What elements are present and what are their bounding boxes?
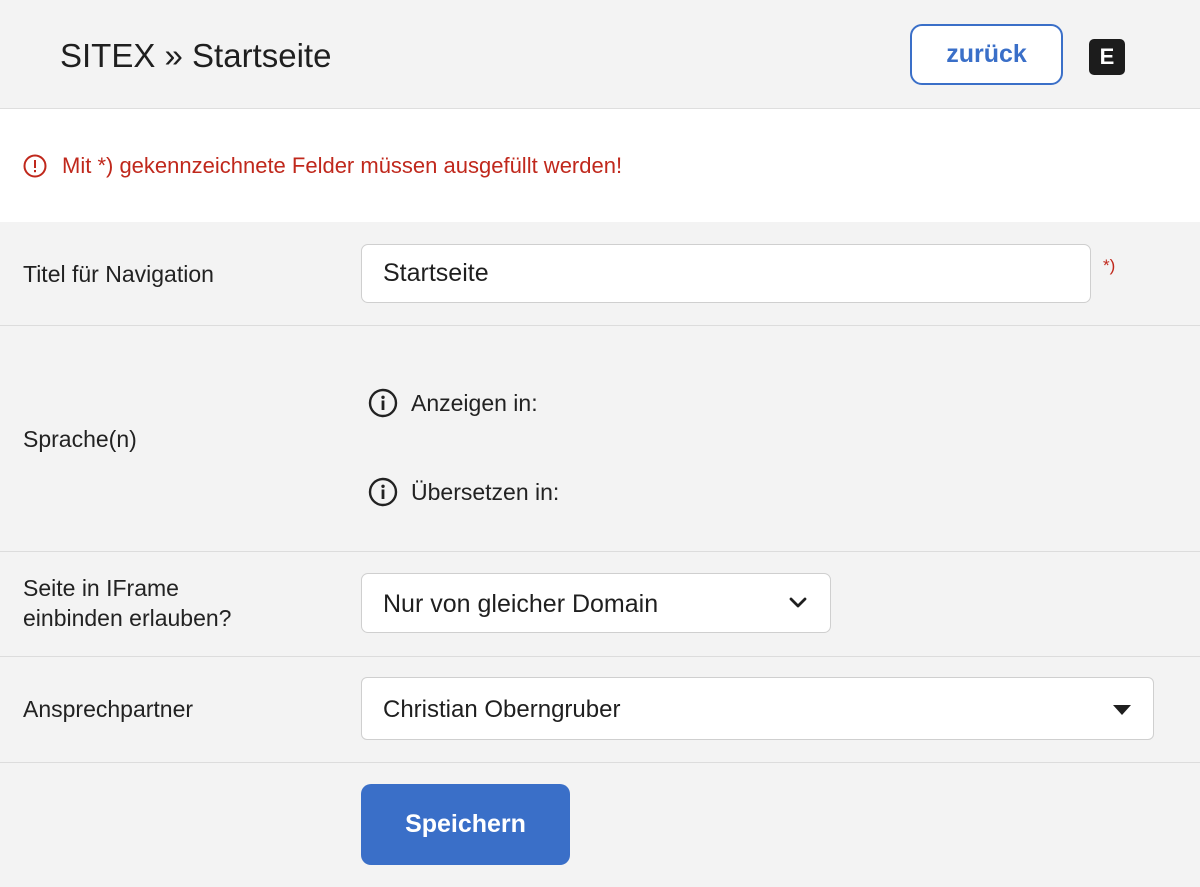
row-divider: [0, 762, 1200, 763]
edit-badge-button[interactable]: E: [1089, 39, 1125, 75]
caret-down-icon: [1113, 705, 1131, 715]
show-in-label: Anzeigen in:: [411, 389, 538, 416]
show-in-info[interactable]: Anzeigen in:: [368, 388, 538, 418]
nav-title-input[interactable]: [361, 244, 1091, 303]
contact-label: Ansprechpartner: [23, 696, 194, 722]
save-button[interactable]: Speichern: [361, 784, 570, 865]
required-marker: *): [1103, 256, 1116, 275]
alert-message: Mit *) gekennzeichnete Felder müssen aus…: [62, 153, 623, 178]
page-header: SITEX » Startseite zurück E: [0, 0, 1200, 109]
translate-in-info[interactable]: Übersetzen in:: [368, 477, 559, 507]
languages-label: Sprache(n): [23, 426, 137, 452]
row-divider: [0, 551, 1200, 552]
info-circle-icon[interactable]: [368, 388, 398, 418]
nav-title-label: Titel für Navigation: [23, 261, 214, 287]
contact-select-value: Christian Oberngruber: [383, 696, 621, 723]
iframe-select-value: Nur von gleicher Domain: [383, 590, 659, 618]
chevron-down-icon: [789, 597, 807, 608]
row-divider: [0, 325, 1200, 326]
iframe-label-line2: einbinden erlauben?: [23, 605, 232, 631]
back-button[interactable]: zurück: [910, 24, 1063, 85]
row-divider: [0, 656, 1200, 657]
exclamation-circle-icon: [23, 154, 47, 178]
info-circle-icon[interactable]: [368, 477, 398, 507]
iframe-label-line1: Seite in IFrame: [23, 575, 179, 601]
iframe-select[interactable]: Nur von gleicher Domain: [361, 573, 831, 633]
breadcrumb: SITEX » Startseite: [60, 37, 332, 74]
contact-select[interactable]: Christian Oberngruber: [361, 677, 1154, 740]
translate-in-label: Übersetzen in:: [411, 478, 560, 505]
